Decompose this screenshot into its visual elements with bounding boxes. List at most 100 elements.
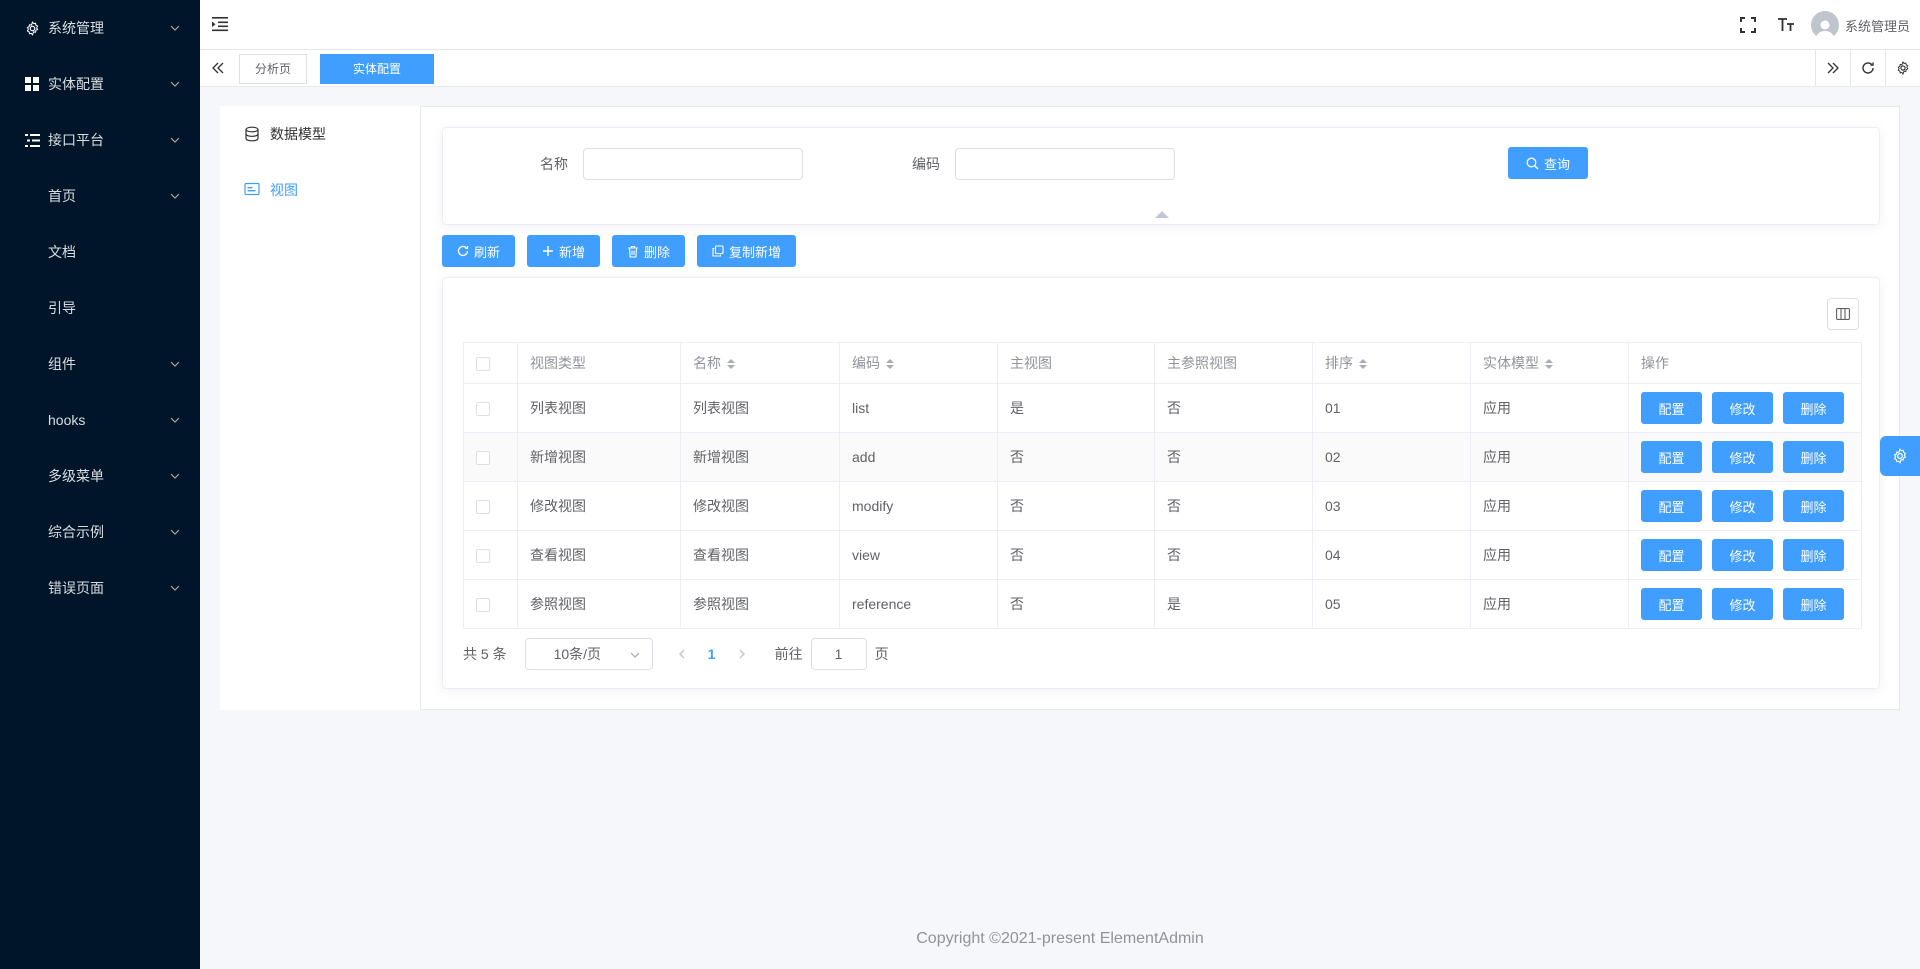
refresh-icon bbox=[457, 245, 469, 257]
tab-settings-button[interactable] bbox=[1885, 50, 1920, 86]
config-button[interactable]: 配置 bbox=[1641, 392, 1702, 424]
tree-item-view[interactable]: 视图 bbox=[220, 162, 420, 218]
tree-item-label: 视图 bbox=[270, 182, 298, 198]
theme-settings-button[interactable] bbox=[1880, 436, 1920, 476]
sidebar-item-error-pages[interactable]: 错误页面 bbox=[0, 560, 200, 616]
page-size-value: 10条/页 bbox=[553, 646, 602, 662]
cell-actions: 配置 修改 删除 bbox=[1628, 383, 1862, 433]
sidebar-item-label: hooks bbox=[48, 412, 86, 428]
grid-icon bbox=[24, 76, 40, 92]
prev-page-button[interactable] bbox=[667, 646, 697, 662]
cell-main-ref: 是 bbox=[1154, 579, 1313, 629]
row-delete-button[interactable]: 删除 bbox=[1783, 588, 1844, 620]
refresh-button[interactable]: 刷新 bbox=[442, 235, 516, 267]
edit-button[interactable]: 修改 bbox=[1712, 490, 1773, 522]
cell-actions: 配置 修改 删除 bbox=[1628, 530, 1862, 580]
fullscreen-button[interactable] bbox=[1729, 0, 1767, 50]
table-row: 参照视图 参照视图 reference 否 是 05 应用 配置 修改 删除 bbox=[463, 579, 1862, 629]
sidebar-item-api-platform[interactable]: 接口平台 bbox=[0, 112, 200, 168]
list-icon bbox=[24, 132, 40, 148]
sort-icon[interactable] bbox=[886, 359, 894, 370]
name-input[interactable] bbox=[583, 148, 803, 180]
tree-item-data-model[interactable]: 数据模型 bbox=[220, 106, 420, 162]
column-label: 主视图 bbox=[1010, 355, 1052, 371]
user-dropdown[interactable]: 系统管理员 bbox=[1805, 0, 1920, 50]
total-count: 共 5 条 bbox=[463, 646, 507, 662]
row-delete-button[interactable]: 删除 bbox=[1783, 539, 1844, 571]
row-checkbox[interactable] bbox=[476, 549, 490, 564]
sidebar-item-system[interactable]: 系统管理 bbox=[0, 0, 200, 56]
expand-toggle-icon[interactable] bbox=[1155, 211, 1169, 218]
edit-button[interactable]: 修改 bbox=[1712, 441, 1773, 473]
sidebar-item-home[interactable]: 首页 bbox=[0, 168, 200, 224]
goto-page-input[interactable] bbox=[810, 638, 867, 670]
query-button[interactable]: 查询 bbox=[1508, 147, 1588, 179]
row-delete-button[interactable]: 删除 bbox=[1783, 392, 1844, 424]
tag-label: 分析页 bbox=[255, 62, 292, 76]
gear-icon bbox=[1893, 448, 1907, 464]
page-number[interactable]: 1 bbox=[697, 646, 727, 662]
chevron-down-icon bbox=[170, 137, 180, 143]
column-header[interactable]: 排序 bbox=[1312, 342, 1471, 384]
cell-name: 列表视图 bbox=[680, 383, 840, 433]
tag-label: 实体配置 bbox=[353, 62, 402, 76]
sidebar-item-components[interactable]: 组件 bbox=[0, 336, 200, 392]
row-checkbox[interactable] bbox=[476, 402, 490, 417]
row-checkbox[interactable] bbox=[476, 598, 490, 613]
tag-entity-config[interactable]: 实体配置 bbox=[320, 54, 435, 84]
sidebar-item-multilevel-menu[interactable]: 多级菜单 bbox=[0, 448, 200, 504]
copy-add-button[interactable]: 复制新增 bbox=[697, 235, 797, 267]
sidebar-item-examples[interactable]: 综合示例 bbox=[0, 504, 200, 560]
select-all-checkbox[interactable] bbox=[476, 357, 490, 372]
edit-button[interactable]: 修改 bbox=[1712, 588, 1773, 620]
edit-button[interactable]: 修改 bbox=[1712, 392, 1773, 424]
cell-entity: 应用 bbox=[1470, 579, 1629, 629]
column-header[interactable]: 名称 bbox=[680, 342, 840, 384]
config-button[interactable]: 配置 bbox=[1641, 441, 1702, 473]
page-size-select[interactable]: 10条/页 bbox=[524, 638, 653, 670]
column-header[interactable]: 编码 bbox=[839, 342, 998, 384]
cell-type: 查看视图 bbox=[517, 530, 681, 580]
column-settings-button[interactable] bbox=[1827, 298, 1859, 330]
column-header: 主视图 bbox=[997, 342, 1155, 384]
cell-main-ref: 否 bbox=[1154, 481, 1313, 531]
sidebar-item-docs[interactable]: 文档 bbox=[0, 224, 200, 280]
cell-name: 修改视图 bbox=[680, 481, 840, 531]
add-button[interactable]: 新增 bbox=[527, 235, 601, 267]
cell-main: 是 bbox=[997, 383, 1155, 433]
row-delete-button[interactable]: 删除 bbox=[1783, 490, 1844, 522]
tags-scroll-right-button[interactable] bbox=[1815, 50, 1850, 86]
code-input[interactable] bbox=[955, 148, 1175, 180]
cell-main-ref: 否 bbox=[1154, 383, 1313, 433]
row-checkbox[interactable] bbox=[476, 500, 490, 515]
sidebar-item-entity-config[interactable]: 实体配置 bbox=[0, 56, 200, 112]
next-page-button[interactable] bbox=[727, 646, 757, 662]
sidebar-item-label: 错误页面 bbox=[48, 580, 104, 596]
sidebar-item-hooks[interactable]: hooks bbox=[0, 392, 200, 448]
refresh-tab-button[interactable] bbox=[1850, 50, 1885, 86]
select-all-cell bbox=[463, 342, 518, 384]
tags-scroll-left-button[interactable] bbox=[200, 50, 236, 86]
row-delete-button[interactable]: 删除 bbox=[1783, 441, 1844, 473]
font-size-button[interactable] bbox=[1767, 0, 1805, 50]
edit-button[interactable]: 修改 bbox=[1712, 539, 1773, 571]
row-checkbox[interactable] bbox=[476, 451, 490, 466]
sort-icon[interactable] bbox=[1359, 359, 1367, 370]
column-header[interactable]: 实体模型 bbox=[1470, 342, 1629, 384]
cell-entity: 应用 bbox=[1470, 383, 1629, 433]
sort-icon[interactable] bbox=[727, 359, 735, 370]
config-button[interactable]: 配置 bbox=[1641, 490, 1702, 522]
column-label: 操作 bbox=[1641, 355, 1669, 371]
menu-fold-icon[interactable] bbox=[210, 14, 230, 34]
sidebar-item-guide[interactable]: 引导 bbox=[0, 280, 200, 336]
cell-main-ref: 否 bbox=[1154, 530, 1313, 580]
column-label: 排序 bbox=[1325, 355, 1353, 371]
sort-icon[interactable] bbox=[1545, 359, 1553, 370]
config-button[interactable]: 配置 bbox=[1641, 588, 1702, 620]
config-button[interactable]: 配置 bbox=[1641, 539, 1702, 571]
tag-analysis[interactable]: 分析页 bbox=[239, 54, 308, 84]
delete-button[interactable]: 删除 bbox=[612, 235, 686, 267]
cell-type: 修改视图 bbox=[517, 481, 681, 531]
search-icon bbox=[1526, 157, 1539, 169]
tags-view: 分析页 实体配置 bbox=[200, 50, 1920, 87]
